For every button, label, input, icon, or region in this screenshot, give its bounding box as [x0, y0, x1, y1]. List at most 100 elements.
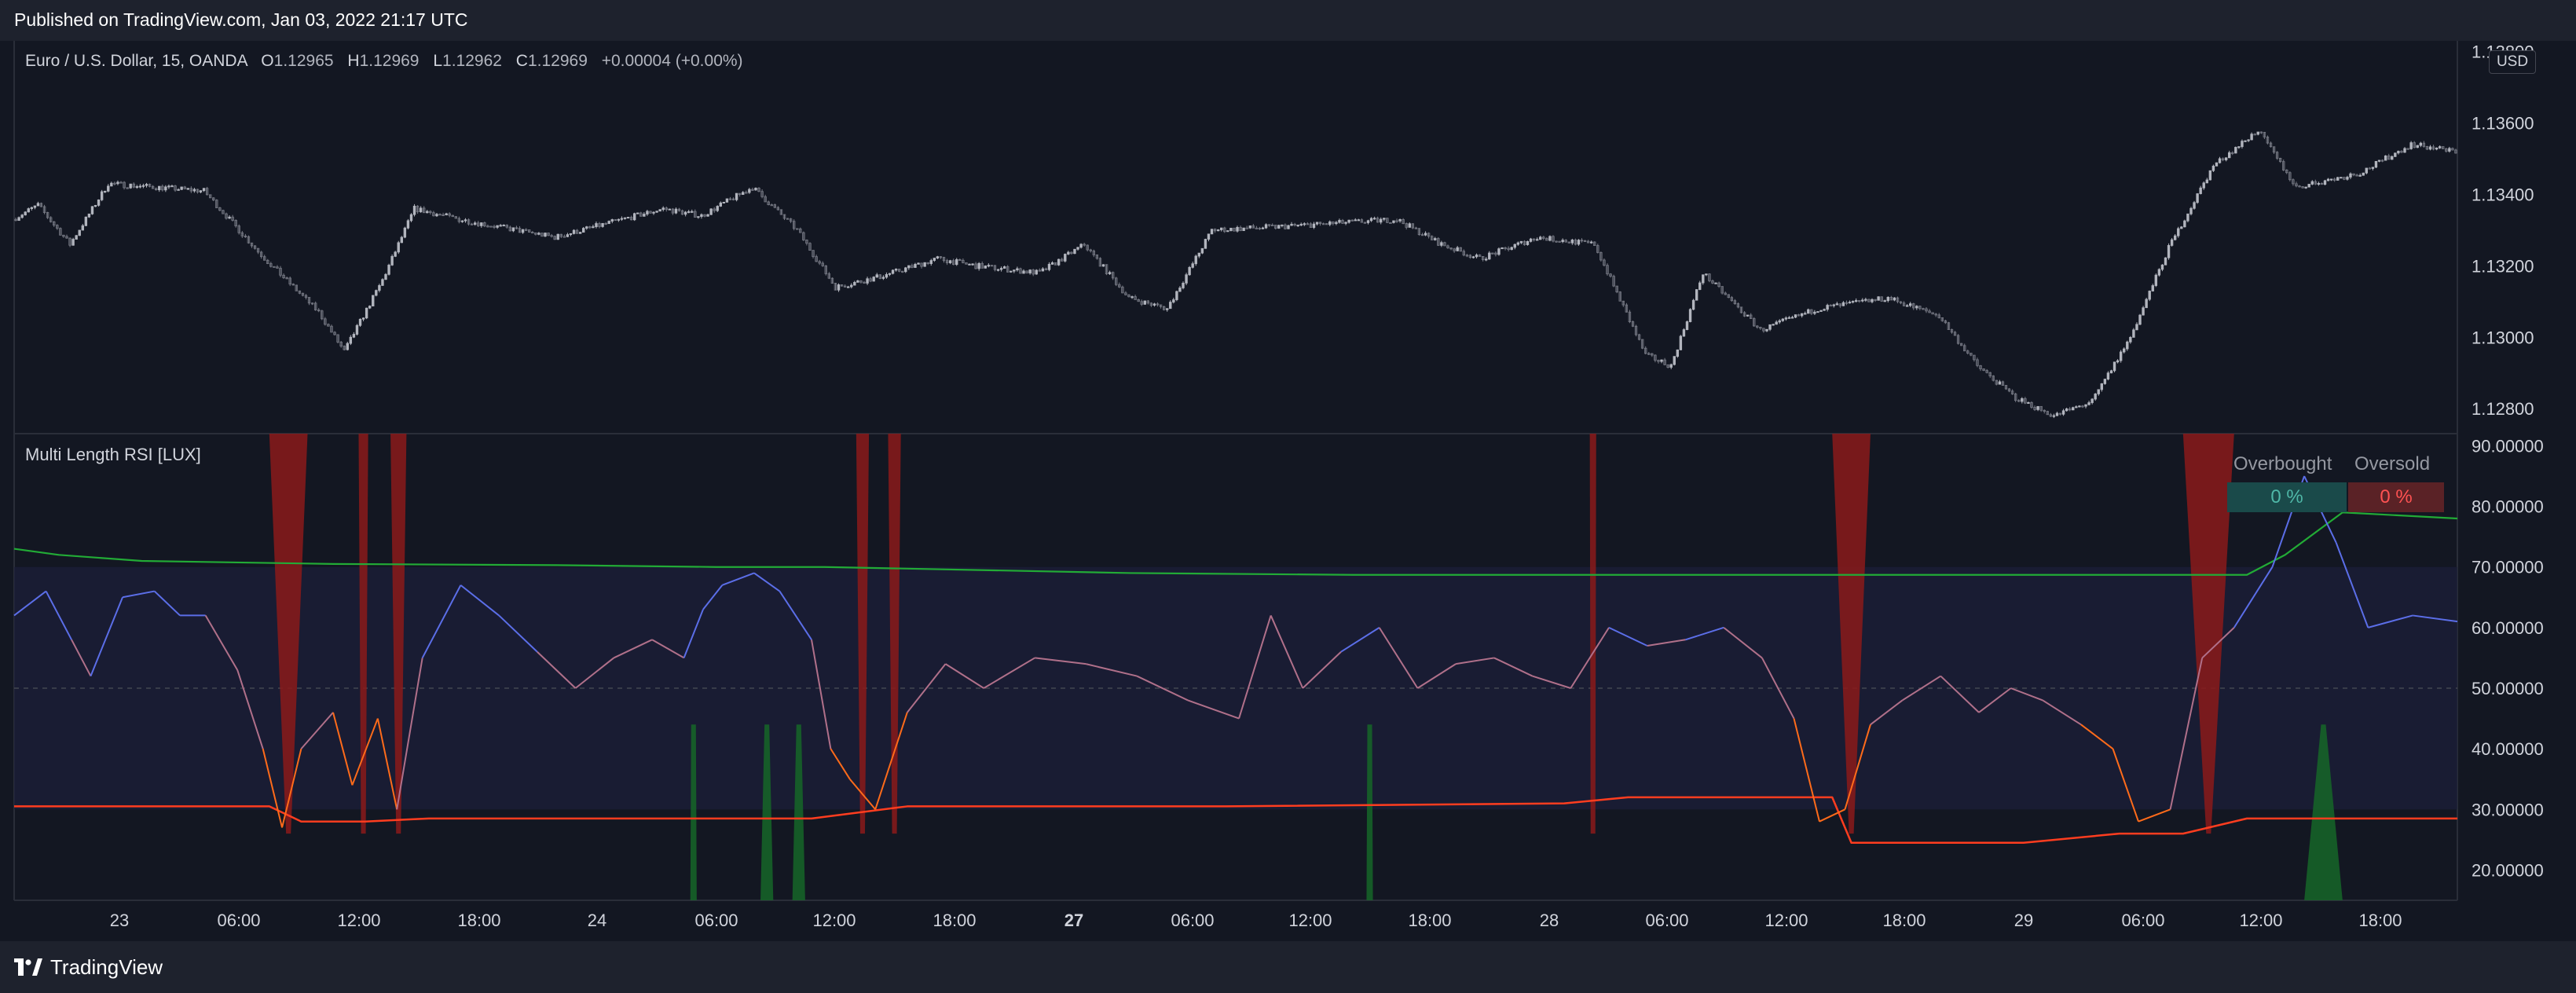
footer-brand: TradingView	[50, 955, 163, 979]
candle-body	[406, 220, 410, 229]
candle-body	[192, 189, 196, 192]
candle-body	[2078, 405, 2081, 408]
candle-body	[1424, 233, 1427, 236]
candle-body	[1781, 318, 1784, 321]
candle-body	[2154, 274, 2158, 286]
publish-bar: Published on TradingView.com, Jan 03, 20…	[0, 0, 2576, 41]
candle-body	[445, 213, 448, 215]
candle-body	[349, 336, 353, 344]
candle-body	[2346, 177, 2349, 180]
candle-body	[725, 198, 729, 203]
time-tick-label: 28	[1540, 911, 1559, 930]
candle-body	[1765, 328, 1768, 332]
candle-body	[1475, 255, 1479, 258]
candle-body	[754, 188, 757, 191]
chart-svg[interactable]: 1.138001.136001.134001.132001.130001.128…	[0, 41, 2576, 941]
candle-body	[1398, 219, 1402, 222]
high-value: 1.12969	[359, 52, 420, 70]
candle-body	[1290, 223, 1293, 226]
candle-body	[426, 211, 429, 214]
candle-body	[1790, 317, 1794, 319]
time-tick-label: 24	[588, 911, 606, 930]
rsi-tick-label: 30.00000	[2472, 800, 2544, 819]
candle-body	[923, 262, 926, 267]
candle-body	[135, 186, 139, 189]
time-tick-label: 18:00	[457, 911, 500, 930]
candle-body	[1778, 320, 1781, 323]
candle-body	[2403, 148, 2406, 153]
candle-body	[2157, 269, 2161, 276]
candle-body	[1698, 282, 1702, 290]
candle-body	[2438, 146, 2442, 148]
candle-body	[1380, 218, 1383, 223]
candle-body	[1315, 222, 1319, 225]
candle-body	[1800, 313, 1804, 317]
candle-body	[1471, 256, 1475, 258]
candle-body	[1264, 224, 1268, 229]
candle-body	[2135, 324, 2138, 331]
candle-body	[2112, 361, 2116, 372]
candle-body	[1035, 269, 1038, 275]
time-tick-label: 06:00	[1171, 911, 1214, 930]
candle-body	[735, 192, 738, 200]
candle-body	[2326, 178, 2330, 181]
candle-body	[1813, 311, 1816, 314]
candle-body	[1526, 240, 1530, 245]
candle-body	[2142, 307, 2145, 316]
candle-body	[2416, 145, 2419, 148]
currency-button[interactable]: USD	[2489, 50, 2536, 74]
candle-body	[1691, 299, 1695, 310]
candle-body	[511, 227, 515, 232]
candle-body	[1101, 264, 1105, 267]
candle-body	[499, 225, 502, 227]
candle-body	[2218, 158, 2222, 163]
candle-body	[1854, 300, 1858, 302]
candle-body	[1772, 324, 1775, 326]
candle-body	[2193, 202, 2196, 209]
candle-body	[2384, 156, 2387, 161]
candle-body	[2397, 151, 2400, 154]
candle-body	[2365, 167, 2368, 174]
candle-body	[977, 262, 980, 269]
candle-body	[683, 211, 687, 215]
candle-body	[17, 217, 20, 222]
candle-body	[1768, 324, 1772, 330]
candle-body	[875, 274, 878, 278]
candle-body	[2250, 134, 2253, 141]
candle-body	[658, 209, 661, 212]
candle-body	[84, 216, 88, 226]
candle-body	[1197, 252, 1201, 257]
candle-body	[907, 265, 911, 269]
candle-body	[1682, 329, 1686, 337]
candle-body	[1357, 219, 1361, 222]
candle-body	[1169, 302, 1172, 310]
candle-body	[716, 206, 719, 211]
time-tick-label: 18:00	[1408, 911, 1451, 930]
tradingview-logo[interactable]: TradingView	[14, 953, 163, 981]
candle-body	[1519, 240, 1523, 244]
candle-body	[394, 251, 397, 257]
close-label: C	[515, 52, 528, 70]
oversold-value: 0 %	[2348, 482, 2444, 512]
candle-body	[30, 207, 34, 210]
candle-body	[955, 259, 958, 266]
candle-body	[1335, 222, 1338, 225]
candle-body	[2409, 142, 2413, 149]
candle-body	[355, 324, 359, 335]
candle-body	[36, 203, 40, 207]
candle-body	[2391, 156, 2394, 160]
candle-body	[81, 225, 84, 231]
price-tick-label: 1.13200	[2472, 256, 2534, 276]
candle-body	[397, 242, 400, 253]
candle-body	[1548, 236, 1552, 241]
candle-body	[1835, 303, 1839, 306]
candle-body	[473, 222, 477, 225]
candle-body	[1685, 321, 1689, 331]
candle-body	[2448, 148, 2451, 152]
candle-body	[984, 266, 987, 269]
candle-body	[742, 192, 745, 196]
candle-body	[1079, 244, 1083, 248]
candle-body	[1108, 272, 1112, 274]
candle-body	[632, 213, 636, 221]
candle-body	[888, 273, 892, 275]
